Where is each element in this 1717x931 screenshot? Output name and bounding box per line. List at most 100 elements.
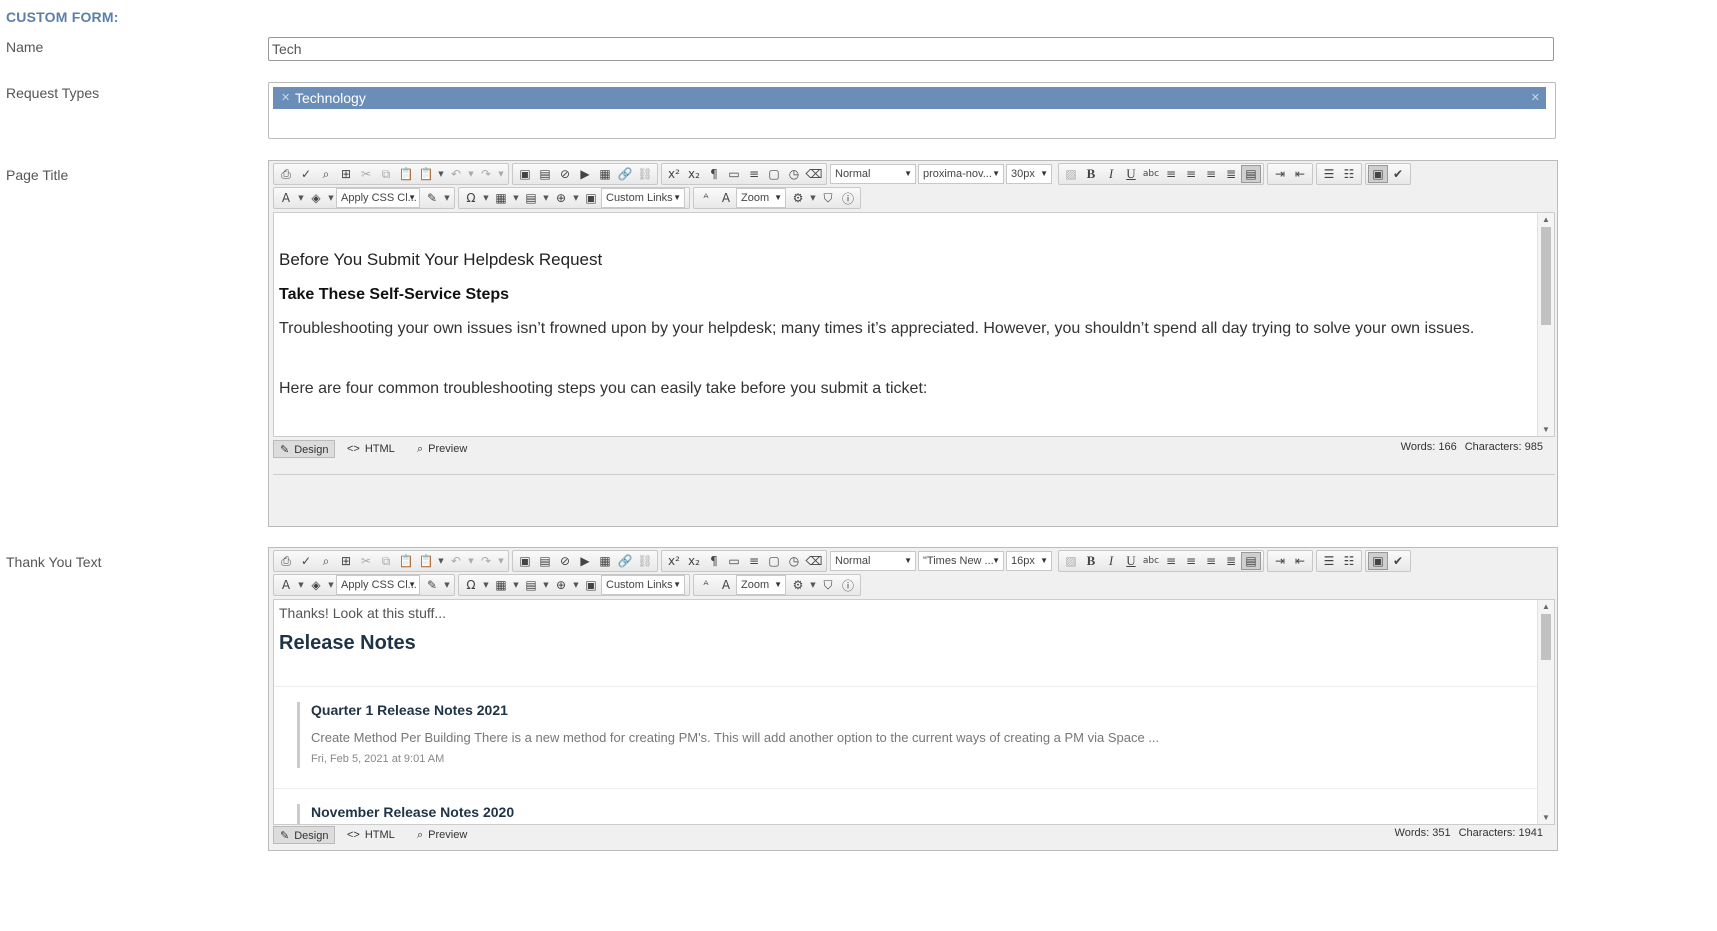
insert-link-icon[interactable]: ⊕ (551, 576, 571, 594)
italic-icon[interactable]: I (1101, 165, 1121, 183)
preview-mode-tab[interactable]: ⌕ Preview (411, 440, 473, 458)
flash-icon[interactable]: ⊘ (555, 165, 575, 183)
font-name-dropdown[interactable]: "Times New ... ▼ (918, 551, 1004, 571)
align-left-icon[interactable]: ≡ (1161, 165, 1181, 183)
chevron-down-icon[interactable]: ▼ (481, 189, 491, 207)
outdent-icon[interactable]: ⇤ (1290, 552, 1310, 570)
vertical-scrollbar[interactable]: ▲ ▼ (1537, 600, 1554, 824)
fore-color-icon[interactable]: A (276, 189, 296, 207)
document-icon[interactable]: ▦ (595, 552, 615, 570)
xhtml-validator-icon[interactable]: ✔ (1388, 552, 1408, 570)
strikethrough-icon[interactable]: abc (1141, 165, 1161, 183)
zoom-dropdown[interactable]: Zoom ▼ (736, 575, 786, 595)
chevron-down-icon[interactable]: ▼ (442, 189, 452, 207)
subscript-icon[interactable]: x₂ (684, 165, 704, 183)
scrollbar-thumb[interactable] (1541, 227, 1551, 325)
format-code-icon[interactable]: ✎ (422, 576, 442, 594)
paste-icon[interactable]: 📋 (396, 552, 416, 570)
design-mode-tab[interactable]: ✎ Design (273, 826, 336, 844)
html-mode-tab[interactable]: <> HTML (341, 440, 401, 458)
module-manager-icon[interactable]: ⚙ (788, 189, 808, 207)
chevron-down-icon[interactable]: ▼ (326, 189, 336, 207)
remove-alignment-icon[interactable]: ▤ (1241, 552, 1261, 570)
align-left-icon[interactable]: ≡ (1161, 552, 1181, 570)
template-icon[interactable]: ▢ (764, 165, 784, 183)
flash-icon[interactable]: ⊘ (555, 552, 575, 570)
redo-icon[interactable]: ↷ (476, 552, 496, 570)
bold-icon[interactable]: B (1081, 552, 1101, 570)
underline-icon[interactable]: U (1121, 552, 1141, 570)
chevron-down-icon[interactable]: ▼ (541, 189, 551, 207)
media-icon[interactable]: ▶ (575, 165, 595, 183)
form-icon[interactable]: ▭ (724, 552, 744, 570)
page-title-content-area[interactable]: Before You Submit Your Helpdesk Request … (273, 212, 1555, 437)
image-map-icon[interactable]: ▤ (535, 165, 555, 183)
horizontal-rule-icon[interactable]: ≡ (744, 165, 764, 183)
convert-lower-icon[interactable]: ᴬ (696, 189, 716, 207)
format-block-dropdown[interactable]: Normal ▼ (830, 551, 916, 571)
italic-icon[interactable]: I (1101, 552, 1121, 570)
copy-icon[interactable]: ⧉ (376, 552, 396, 570)
snippets-icon[interactable]: ▤ (521, 576, 541, 594)
format-stripper-icon[interactable]: ▨ (1061, 552, 1081, 570)
name-input[interactable] (268, 37, 1554, 61)
format-stripper-icon[interactable]: ▨ (1061, 165, 1081, 183)
superscript-icon[interactable]: x² (664, 165, 684, 183)
numbered-list-icon[interactable]: ☰ (1319, 165, 1339, 183)
align-right-icon[interactable]: ≡ (1201, 165, 1221, 183)
snippets-icon[interactable]: ▤ (521, 189, 541, 207)
image-manager-icon[interactable]: ▣ (581, 189, 601, 207)
align-center-icon[interactable]: ≡ (1181, 165, 1201, 183)
font-size-dropdown[interactable]: 30px ▼ (1006, 164, 1052, 184)
preview-mode-tab[interactable]: ⌕ Preview (411, 826, 473, 844)
chevron-down-icon[interactable]: ▼ (436, 552, 446, 570)
chevron-down-icon[interactable]: ▼ (296, 189, 306, 207)
justify-icon[interactable]: ≣ (1221, 552, 1241, 570)
spellcheck-icon[interactable]: ✓ (296, 165, 316, 183)
undo-icon[interactable]: ↶ (446, 165, 466, 183)
insert-link-icon[interactable]: ⊕ (551, 189, 571, 207)
design-mode-tab[interactable]: ✎ Design (273, 440, 336, 458)
date-time-icon[interactable]: ◷ (784, 165, 804, 183)
document-icon[interactable]: ▦ (595, 165, 615, 183)
table-icon[interactable]: ▦ (491, 576, 511, 594)
subscript-icon[interactable]: x₂ (684, 552, 704, 570)
clear-icon[interactable]: ✕ (1531, 87, 1540, 109)
cut-icon[interactable]: ✂ (356, 552, 376, 570)
justify-icon[interactable]: ≣ (1221, 165, 1241, 183)
about-icon[interactable]: ⓘ (838, 189, 858, 207)
apply-css-dropdown[interactable]: Apply CSS Cl... ▼ (336, 575, 420, 595)
apply-css-dropdown[interactable]: Apply CSS Cl... ▼ (336, 188, 420, 208)
request-types-field[interactable]: ✕ Technology ✕ (268, 82, 1556, 139)
format-painter-icon[interactable]: ⌫ (804, 165, 824, 183)
chevron-down-icon[interactable]: ▼ (808, 189, 818, 207)
chevron-down-icon[interactable]: ▼ (511, 576, 521, 594)
paste-options-icon[interactable]: 📋 (416, 552, 436, 570)
convert-upper-icon[interactable]: A (716, 189, 736, 207)
unlink-icon[interactable]: ⛓ (635, 552, 655, 570)
redo-icon[interactable]: ↷ (476, 165, 496, 183)
chevron-down-icon[interactable]: ▼ (296, 576, 306, 594)
chevron-down-icon[interactable]: ▼ (571, 189, 581, 207)
paragraph-icon[interactable]: ¶ (704, 165, 724, 183)
paste-icon[interactable]: 📋 (396, 165, 416, 183)
format-painter-icon[interactable]: ⌫ (804, 552, 824, 570)
remove-alignment-icon[interactable]: ▤ (1241, 165, 1261, 183)
chevron-down-icon[interactable]: ▼ (571, 576, 581, 594)
unlink-icon[interactable]: ⛓ (635, 165, 655, 183)
select-all-icon[interactable]: ⊞ (336, 552, 356, 570)
chevron-down-icon[interactable]: ▼ (496, 552, 506, 570)
chevron-down-icon[interactable]: ▼ (466, 552, 476, 570)
print-icon[interactable]: ⎙ (276, 552, 296, 570)
release-note-title[interactable]: November Release Notes 2020 (311, 804, 514, 820)
find-icon[interactable]: ⌕ (316, 552, 336, 570)
indent-icon[interactable]: ⇥ (1270, 552, 1290, 570)
table-icon[interactable]: ▦ (491, 189, 511, 207)
vertical-scrollbar[interactable]: ▲ ▼ (1537, 213, 1554, 436)
scroll-down-icon[interactable]: ▼ (1542, 425, 1550, 434)
find-icon[interactable]: ⌕ (316, 165, 336, 183)
date-time-icon[interactable]: ◷ (784, 552, 804, 570)
font-size-dropdown[interactable]: 16px ▼ (1006, 551, 1052, 571)
custom-links-dropdown[interactable]: Custom Links ▼ (601, 188, 685, 208)
html-mode-tab[interactable]: <> HTML (341, 826, 401, 844)
